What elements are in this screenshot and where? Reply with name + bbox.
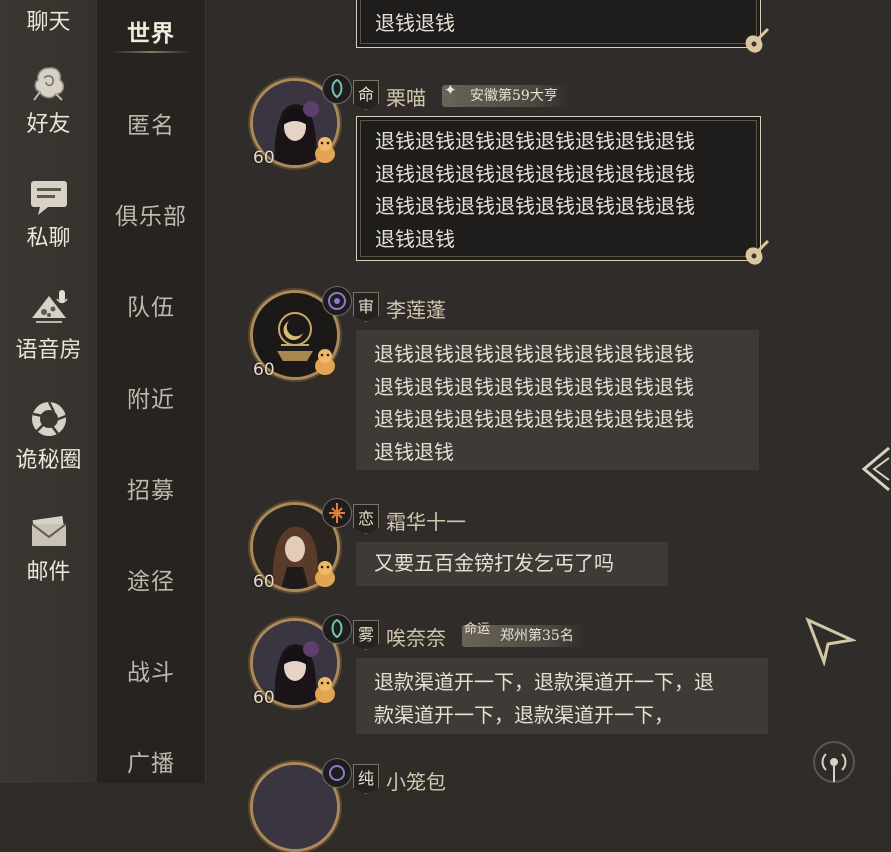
username[interactable]: 小笼包 <box>386 766 446 795</box>
badge-emblem-icon: ✦ <box>444 81 457 99</box>
tab-label: 途径 <box>127 569 175 595</box>
rail-item-chat[interactable]: 聊天 <box>0 4 97 36</box>
broadcast-antenna-icon[interactable] <box>812 740 856 787</box>
tab-label: 招募 <box>127 478 175 504</box>
pathway-emblem-icon <box>322 614 352 644</box>
username[interactable]: 唉奈奈 <box>386 622 446 651</box>
friends-rose-icon <box>26 62 72 104</box>
title-badge: ✦ 安徽第59大亨 <box>442 81 570 107</box>
tab-label: 队伍 <box>127 295 175 321</box>
tab-pathway[interactable]: 途径 <box>97 562 205 596</box>
pathway-emblem-icon <box>322 286 352 316</box>
rail-item-mystery-circle[interactable]: 诡秘圈 <box>0 398 97 474</box>
pet-companion-icon <box>312 346 338 376</box>
message-bubble: 退钱退钱退钱退钱退钱退钱退钱退钱 退钱退钱退钱退钱退钱退钱退钱退钱 退钱退钱退钱… <box>356 116 761 261</box>
chat-feed[interactable]: 退钱退钱 60 命 栗喵 ✦ 安徽第59大亨 退钱退钱退钱退钱退钱退钱退钱退钱 … <box>206 0 891 852</box>
tab-team[interactable]: 队伍 <box>97 288 205 322</box>
badge-prefix: 命运 <box>464 622 491 637</box>
message-line: 退钱退钱退钱退钱退钱退钱退钱退钱 <box>375 161 695 186</box>
send-paper-plane-icon[interactable] <box>804 614 858 670</box>
rail-item-friends[interactable]: 好友 <box>0 62 97 138</box>
tab-label: 战斗 <box>127 660 175 686</box>
level-badge: 60 <box>253 148 275 168</box>
mystery-circle-icon <box>26 398 72 440</box>
tab-world[interactable]: 世界 <box>97 14 205 48</box>
pathway-emblem-icon <box>322 498 352 528</box>
tab-anonymous[interactable]: 匿名 <box>97 106 205 140</box>
title-badge-text: 安徽第59大亨 <box>470 88 558 104</box>
message-bubble: 退款渠道开一下，退款渠道开一下，退 款渠道开一下，退款渠道开一下， <box>356 658 768 734</box>
pathway-emblem-icon <box>322 74 352 104</box>
pet-companion-icon <box>312 674 338 704</box>
sequence-tag: 命 <box>353 80 379 110</box>
message-line: 退钱退钱退钱退钱退钱退钱退钱退钱 <box>374 342 694 366</box>
message-bubble: 退钱退钱退钱退钱退钱退钱退钱退钱 退钱退钱退钱退钱退钱退钱退钱退钱 退钱退钱退钱… <box>356 330 759 470</box>
sequence-tag: 恋 <box>353 504 379 534</box>
tab-label: 世界 <box>127 20 175 47</box>
rail-item-label: 私聊 <box>26 226 71 251</box>
collapse-arrow-icon[interactable] <box>860 446 891 496</box>
username[interactable]: 栗喵 <box>386 82 426 111</box>
username[interactable]: 霜华十一 <box>386 506 466 535</box>
title-badge: 命运 郑州第35名 <box>462 622 586 647</box>
level-badge: 60 <box>253 572 275 592</box>
message-bubble: 又要五百金镑打发乞丐了吗 <box>356 542 668 586</box>
sequence-tag: 雾 <box>353 620 379 650</box>
message-line: 退钱退钱退钱退钱退钱退钱退钱退钱 <box>374 374 694 399</box>
message-line: 又要五百金镑打发乞丐了吗 <box>374 551 614 575</box>
rail-item-label: 语音房 <box>15 338 82 363</box>
message-line: 退钱退钱退钱退钱退钱退钱退钱退钱 <box>374 407 694 431</box>
message-line: 退钱退钱退钱退钱退钱退钱退钱退钱 <box>375 194 695 218</box>
message-line: 款渠道开一下，退款渠道开一下， <box>374 702 674 727</box>
tab-club[interactable]: 俱乐部 <box>97 197 205 231</box>
rail-item-voice-room[interactable]: 语音房 <box>0 288 97 364</box>
message-line: 退钱退钱 <box>374 439 454 464</box>
rail-item-label: 好友 <box>26 112 71 137</box>
pet-companion-icon <box>312 558 338 588</box>
pathway-emblem-icon <box>322 758 352 788</box>
rail-item-label: 诡秘圈 <box>15 448 82 473</box>
active-tab-underline <box>111 51 191 53</box>
tab-label: 附近 <box>127 387 175 413</box>
private-message-icon <box>26 176 72 218</box>
voice-room-icon <box>26 288 72 330</box>
sequence-tag: 审 <box>353 292 379 322</box>
tab-battle[interactable]: 战斗 <box>97 653 205 687</box>
tab-broadcast[interactable]: 广播 <box>97 744 205 778</box>
level-badge: 60 <box>253 360 275 380</box>
lute-bubble-ornament-icon <box>742 26 772 56</box>
mail-icon <box>26 510 72 552</box>
pet-companion-icon <box>312 134 338 164</box>
message-line: 退钱退钱 <box>375 11 455 35</box>
tab-nearby[interactable]: 附近 <box>97 380 205 414</box>
title-badge-text: 郑州第35名 <box>500 628 574 644</box>
message-line: 退钱退钱退钱退钱退钱退钱退钱退钱 <box>375 129 695 153</box>
sequence-tag: 纯 <box>353 764 379 794</box>
channel-list: 世界 匿名 俱乐部 队伍 附近 招募 途径 战斗 广播 <box>97 0 206 783</box>
tab-label: 匿名 <box>127 113 175 139</box>
tab-label: 广播 <box>127 751 175 777</box>
rail-item-label: 邮件 <box>26 560 71 585</box>
tab-label: 俱乐部 <box>115 204 187 230</box>
rail-item-private-chat[interactable]: 私聊 <box>0 176 97 252</box>
message-line: 退款渠道开一下，退款渠道开一下，退 <box>374 670 714 694</box>
lute-bubble-ornament-icon <box>742 238 772 268</box>
level-badge: 60 <box>253 688 275 708</box>
rail-item-mail[interactable]: 邮件 <box>0 510 97 586</box>
username[interactable]: 李莲蓬 <box>386 294 446 323</box>
tab-recruit[interactable]: 招募 <box>97 471 205 505</box>
message-bubble: 退钱退钱 <box>356 0 761 48</box>
left-rail: 聊天 好友 私聊 语音房 诡秘圈 邮件 <box>0 0 98 783</box>
rail-item-label: 聊天 <box>26 10 71 35</box>
message-line: 退钱退钱 <box>375 226 455 251</box>
